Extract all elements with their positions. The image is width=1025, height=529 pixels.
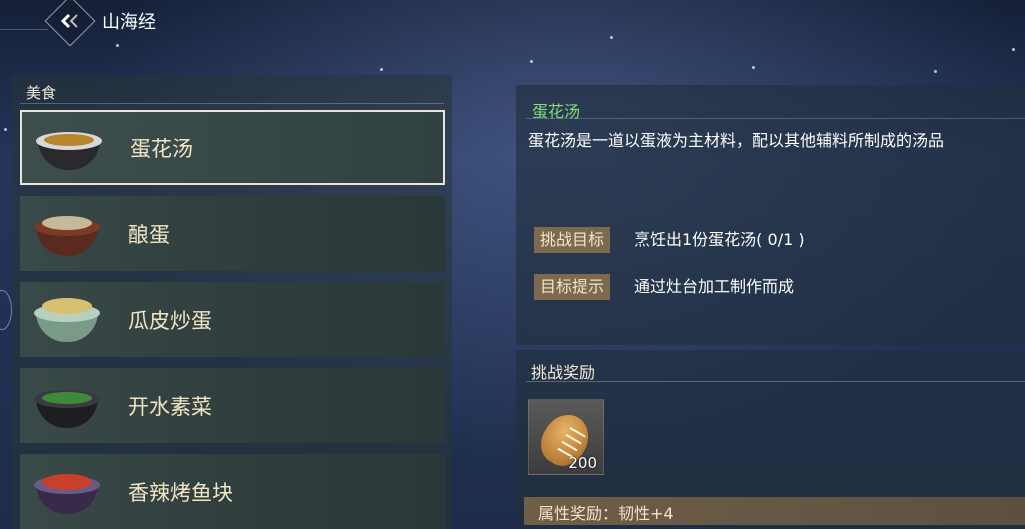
melon-rind-egg-icon	[32, 290, 102, 350]
divider	[526, 118, 1025, 119]
divider	[20, 103, 444, 104]
page-title: 山海经	[102, 12, 156, 33]
goal-hint-tag: 目标提示	[534, 274, 611, 300]
recipe-item-label: 酿蛋	[128, 222, 170, 247]
recipe-item-egg-drop-soup[interactable]: 蛋花汤	[20, 110, 445, 185]
recipe-item-spicy-fish[interactable]: 香辣烤鱼块	[20, 454, 445, 529]
dish-description: 蛋花汤是一道以蛋液为主材料，配以其他辅料所制成的汤品	[528, 131, 945, 150]
star	[1012, 48, 1015, 51]
reward-item-slot[interactable]: 200	[528, 399, 604, 475]
star	[4, 128, 7, 131]
reward-count: 200	[568, 454, 597, 472]
attribute-reward-text: 属性奖励：韧性+4	[538, 504, 674, 523]
recipe-item-label: 香辣烤鱼块	[128, 480, 233, 505]
star	[380, 68, 383, 71]
recipe-item-melon-rind-egg[interactable]: 瓜皮炒蛋	[20, 282, 445, 357]
star	[116, 44, 119, 47]
egg-drop-soup-icon	[34, 118, 104, 178]
reward-title: 挑战奖励	[531, 363, 596, 382]
star	[752, 66, 755, 69]
divider	[526, 381, 1025, 382]
challenge-goal-tag: 挑战目标	[534, 227, 611, 253]
category-label: 美食	[26, 84, 57, 102]
header-bar: 山海经	[0, 0, 1025, 47]
stuffed-egg-icon	[32, 204, 102, 264]
challenge-goal-value: 烹饪出1份蛋花汤( 0/1 )	[634, 230, 805, 249]
recipe-detail-panel	[516, 85, 1025, 345]
goal-hint-value: 通过灶台加工制作而成	[634, 277, 795, 296]
vegetable-soup-icon	[32, 376, 102, 436]
spicy-fish-icon	[32, 462, 102, 522]
star	[530, 60, 533, 63]
header-decoration	[0, 0, 48, 30]
recipe-item-label: 瓜皮炒蛋	[128, 308, 212, 333]
chevron-left-icon[interactable]	[57, 8, 83, 34]
star	[934, 70, 937, 73]
recipe-item-vegetable-soup[interactable]: 开水素菜	[20, 368, 445, 443]
recipe-item-label: 开水素菜	[128, 394, 212, 419]
recipe-item-label: 蛋花汤	[130, 136, 193, 161]
attribute-reward-bar: 属性奖励：韧性+4	[524, 497, 1025, 525]
recipe-item-stuffed-egg[interactable]: 酿蛋	[20, 196, 445, 271]
